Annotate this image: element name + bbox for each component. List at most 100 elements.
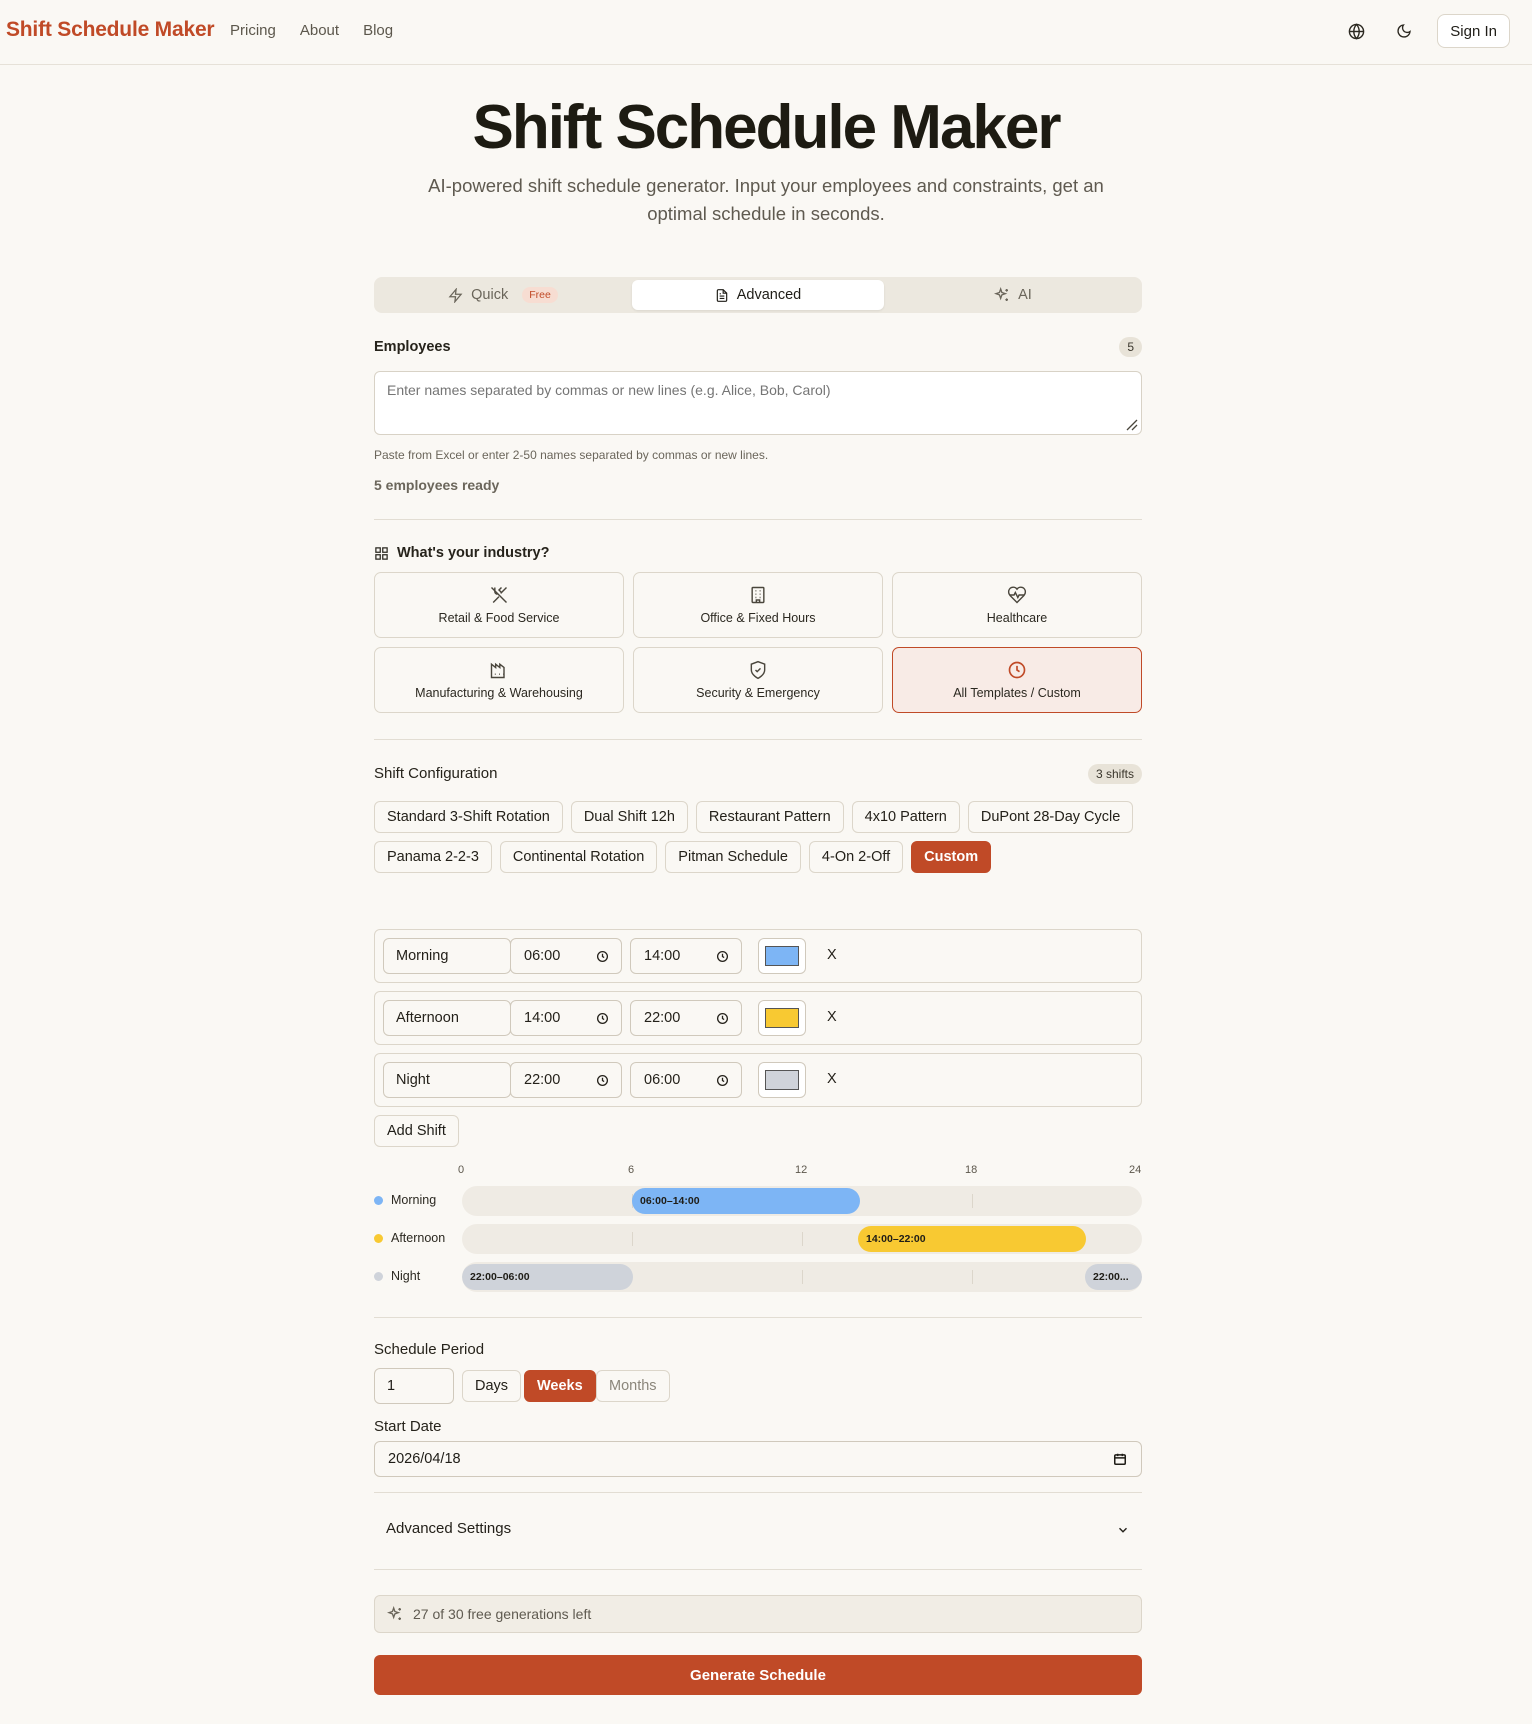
tab-ai[interactable]: AI xyxy=(887,280,1139,310)
industry-options: Retail & Food Service Office & Fixed Hou… xyxy=(374,572,1142,713)
shift-name-input[interactable]: Afternoon xyxy=(383,1000,511,1036)
top-navigation: Shift Schedule Maker Pricing About Blog … xyxy=(0,0,1532,65)
industry-security[interactable]: Security & Emergency xyxy=(633,647,883,713)
nav-link-blog[interactable]: Blog xyxy=(363,22,393,39)
shift-end-input[interactable]: 14:00 xyxy=(630,938,742,974)
employees-hint: Paste from Excel or enter 2-50 names sep… xyxy=(374,448,769,462)
shift-config-label: Shift Configuration xyxy=(374,765,498,782)
advanced-settings-toggle[interactable]: Advanced Settings xyxy=(374,1492,1142,1570)
shift-end-input[interactable]: 22:00 xyxy=(630,1000,742,1036)
shift-start-input[interactable]: 22:00 xyxy=(510,1062,622,1098)
shift-end-value: 22:00 xyxy=(644,1010,681,1026)
schedule-period-input[interactable]: 1 xyxy=(374,1368,454,1404)
clock-icon xyxy=(596,950,609,963)
generate-schedule-button[interactable]: Generate Schedule xyxy=(374,1655,1142,1695)
clock-icon xyxy=(716,1012,729,1025)
timeline-gridline xyxy=(972,1194,973,1208)
timeline-tick: 0 xyxy=(458,1164,465,1176)
shift-end-input[interactable]: 06:00 xyxy=(630,1062,742,1098)
industry-healthcare[interactable]: Healthcare xyxy=(892,572,1142,638)
globe-icon[interactable] xyxy=(1341,14,1371,48)
advanced-settings-label: Advanced Settings xyxy=(386,1520,512,1537)
remove-shift-button[interactable]: X xyxy=(827,947,837,963)
employees-header: Employees 5 xyxy=(374,337,1142,360)
legend-dot xyxy=(374,1195,383,1205)
industry-retail-food[interactable]: Retail & Food Service xyxy=(374,572,624,638)
shift-count-badge: 3 shifts xyxy=(1087,764,1142,784)
tab-advanced[interactable]: Advanced xyxy=(632,280,884,310)
industry-option-label: Manufacturing & Warehousing xyxy=(415,686,583,700)
grid-icon xyxy=(375,546,388,560)
moon-icon[interactable] xyxy=(1389,14,1419,48)
preset-standard-3-shift[interactable]: Standard 3-Shift Rotation xyxy=(374,801,563,833)
document-icon xyxy=(716,288,727,302)
nav-link-about[interactable]: About xyxy=(300,22,339,39)
page-title: Shift Schedule Maker xyxy=(472,93,1061,162)
shift-row-night: Night 22:00 06:00 X xyxy=(374,1053,1142,1107)
timeline-bar-night-wrap: 22:00... xyxy=(1085,1264,1142,1290)
industry-option-label: Security & Emergency xyxy=(696,686,820,700)
timeline-legend-morning: Morning xyxy=(374,1193,436,1207)
timeline-row-label: Afternoon xyxy=(391,1231,446,1245)
remove-shift-button[interactable]: X xyxy=(827,1009,837,1025)
divider xyxy=(374,1317,1142,1318)
color-swatch xyxy=(765,1008,799,1028)
timeline-tick: 6 xyxy=(628,1164,635,1176)
nav-link-pricing[interactable]: Pricing xyxy=(230,22,276,39)
color-swatch xyxy=(765,946,799,966)
industry-all-templates[interactable]: All Templates / Custom xyxy=(892,647,1142,713)
timeline-row-label: Night xyxy=(391,1269,421,1283)
industry-label: What's your industry? xyxy=(397,545,550,561)
shift-start-input[interactable]: 14:00 xyxy=(510,1000,622,1036)
sign-in-button[interactable]: Sign In xyxy=(1437,14,1510,48)
industry-office[interactable]: Office & Fixed Hours xyxy=(633,572,883,638)
shift-start-input[interactable]: 06:00 xyxy=(510,938,622,974)
employees-status: 5 employees ready xyxy=(374,477,500,493)
start-date-input[interactable]: 2026/04/18 xyxy=(374,1441,1142,1477)
industry-option-label: Office & Fixed Hours xyxy=(700,611,816,625)
preset-restaurant[interactable]: Restaurant Pattern xyxy=(695,801,844,833)
factory-icon xyxy=(490,662,505,679)
unit-months-button[interactable]: Months xyxy=(596,1370,670,1402)
remove-shift-button[interactable]: X xyxy=(827,1071,837,1087)
add-shift-button[interactable]: Add Shift xyxy=(374,1115,459,1147)
clock-icon xyxy=(596,1074,609,1087)
shift-name-input[interactable]: Morning xyxy=(383,938,511,974)
industry-header: What's your industry? xyxy=(374,545,549,561)
preset-dual-shift-12h[interactable]: Dual Shift 12h xyxy=(570,801,688,833)
sparkles-icon xyxy=(387,1606,401,1620)
start-date-label: Start Date xyxy=(374,1418,442,1435)
shift-color-picker[interactable] xyxy=(758,1062,806,1098)
employees-input[interactable] xyxy=(374,371,1142,435)
industry-option-label: Retail & Food Service xyxy=(438,611,560,625)
calendar-icon[interactable] xyxy=(1113,1452,1127,1466)
timeline-gridline xyxy=(972,1270,973,1284)
tab-quick[interactable]: Quick Free xyxy=(377,280,629,310)
mode-tabs: Quick Free Advanced AI xyxy=(374,277,1142,313)
preset-continental[interactable]: Continental Rotation xyxy=(499,841,658,873)
industry-manufacturing[interactable]: Manufacturing & Warehousing xyxy=(374,647,624,713)
tab-ai-label: AI xyxy=(1018,287,1032,303)
preset-4x10[interactable]: 4x10 Pattern xyxy=(851,801,960,833)
zap-icon xyxy=(448,287,463,303)
shift-color-picker[interactable] xyxy=(758,1000,806,1036)
tab-quick-label: Quick xyxy=(471,287,509,303)
preset-panama[interactable]: Panama 2-2-3 xyxy=(374,841,492,873)
resize-grip-icon[interactable] xyxy=(1125,418,1138,431)
shift-name-input[interactable]: Night xyxy=(383,1062,511,1098)
clock-icon xyxy=(716,950,729,963)
shift-start-value: 22:00 xyxy=(524,1072,561,1088)
unit-days-button[interactable]: Days xyxy=(462,1370,522,1402)
schedule-period-label: Schedule Period xyxy=(374,1341,485,1358)
preset-dupont[interactable]: DuPont 28-Day Cycle xyxy=(967,801,1134,833)
timeline-track-night: 22:00–06:00 22:00... xyxy=(462,1262,1142,1292)
preset-custom[interactable]: Custom xyxy=(911,841,992,873)
shift-color-picker[interactable] xyxy=(758,938,806,974)
preset-4-on-2-off[interactable]: 4-On 2-Off xyxy=(808,841,904,873)
industry-option-label: Healthcare xyxy=(986,611,1048,625)
legend-dot xyxy=(374,1233,383,1243)
unit-weeks-button[interactable]: Weeks xyxy=(524,1370,596,1402)
preset-pitman[interactable]: Pitman Schedule xyxy=(665,841,801,873)
shift-start-value: 14:00 xyxy=(524,1010,561,1026)
brand-logo[interactable]: Shift Schedule Maker xyxy=(6,18,215,42)
